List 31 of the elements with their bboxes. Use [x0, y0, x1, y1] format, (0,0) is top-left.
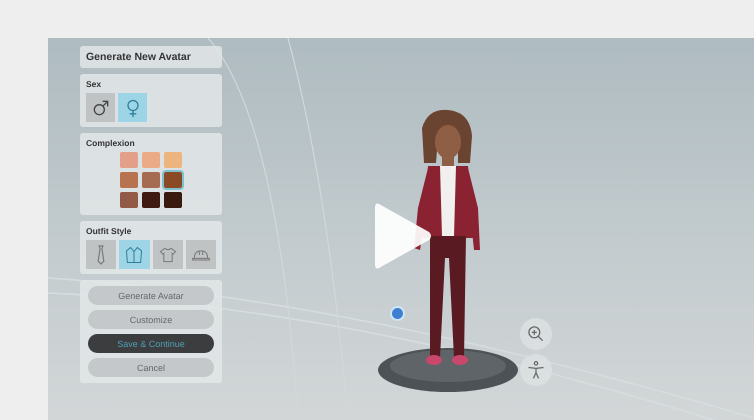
tie-icon — [97, 244, 106, 264]
skin-tone-swatch[interactable] — [164, 192, 182, 208]
section-label: Outfit Style — [86, 226, 132, 236]
skin-tone-swatch[interactable] — [164, 172, 182, 188]
skin-tone-swatch[interactable] — [142, 152, 160, 168]
outfit-option-button[interactable] — [186, 240, 216, 269]
section-label: Complexion — [86, 138, 136, 148]
outfit-option-button[interactable] — [119, 240, 150, 269]
skin-tone-swatch[interactable] — [120, 192, 138, 208]
skin-tone-swatch[interactable] — [142, 172, 160, 188]
zoom-in-button[interactable] — [520, 318, 552, 350]
outfit-option-button[interactable] — [86, 240, 116, 269]
zoom-in-icon — [526, 324, 546, 344]
skin-tone-swatch[interactable] — [164, 152, 182, 168]
action-button[interactable]: Generate Avatar — [88, 286, 214, 305]
action-button[interactable]: Customize — [88, 310, 214, 329]
action-button[interactable]: Save & Continue — [88, 334, 214, 353]
skin-tone-swatch[interactable] — [120, 172, 138, 188]
sex-option-button[interactable] — [86, 93, 115, 122]
action-button[interactable]: Cancel — [88, 358, 214, 377]
body-pose-button[interactable] — [520, 354, 552, 386]
outfit-option-button[interactable] — [152, 240, 183, 269]
jacket-icon — [124, 244, 144, 264]
position-marker-icon[interactable] — [390, 306, 405, 321]
panel-title: Generate New Avatar — [80, 46, 222, 68]
person-icon — [526, 360, 546, 380]
sex-option-button[interactable] — [118, 93, 147, 122]
skin-tone-swatch[interactable] — [120, 152, 138, 168]
male-symbol-icon — [90, 98, 110, 118]
section-label: Sex — [86, 79, 102, 89]
skin-tone-swatch[interactable] — [142, 192, 160, 208]
